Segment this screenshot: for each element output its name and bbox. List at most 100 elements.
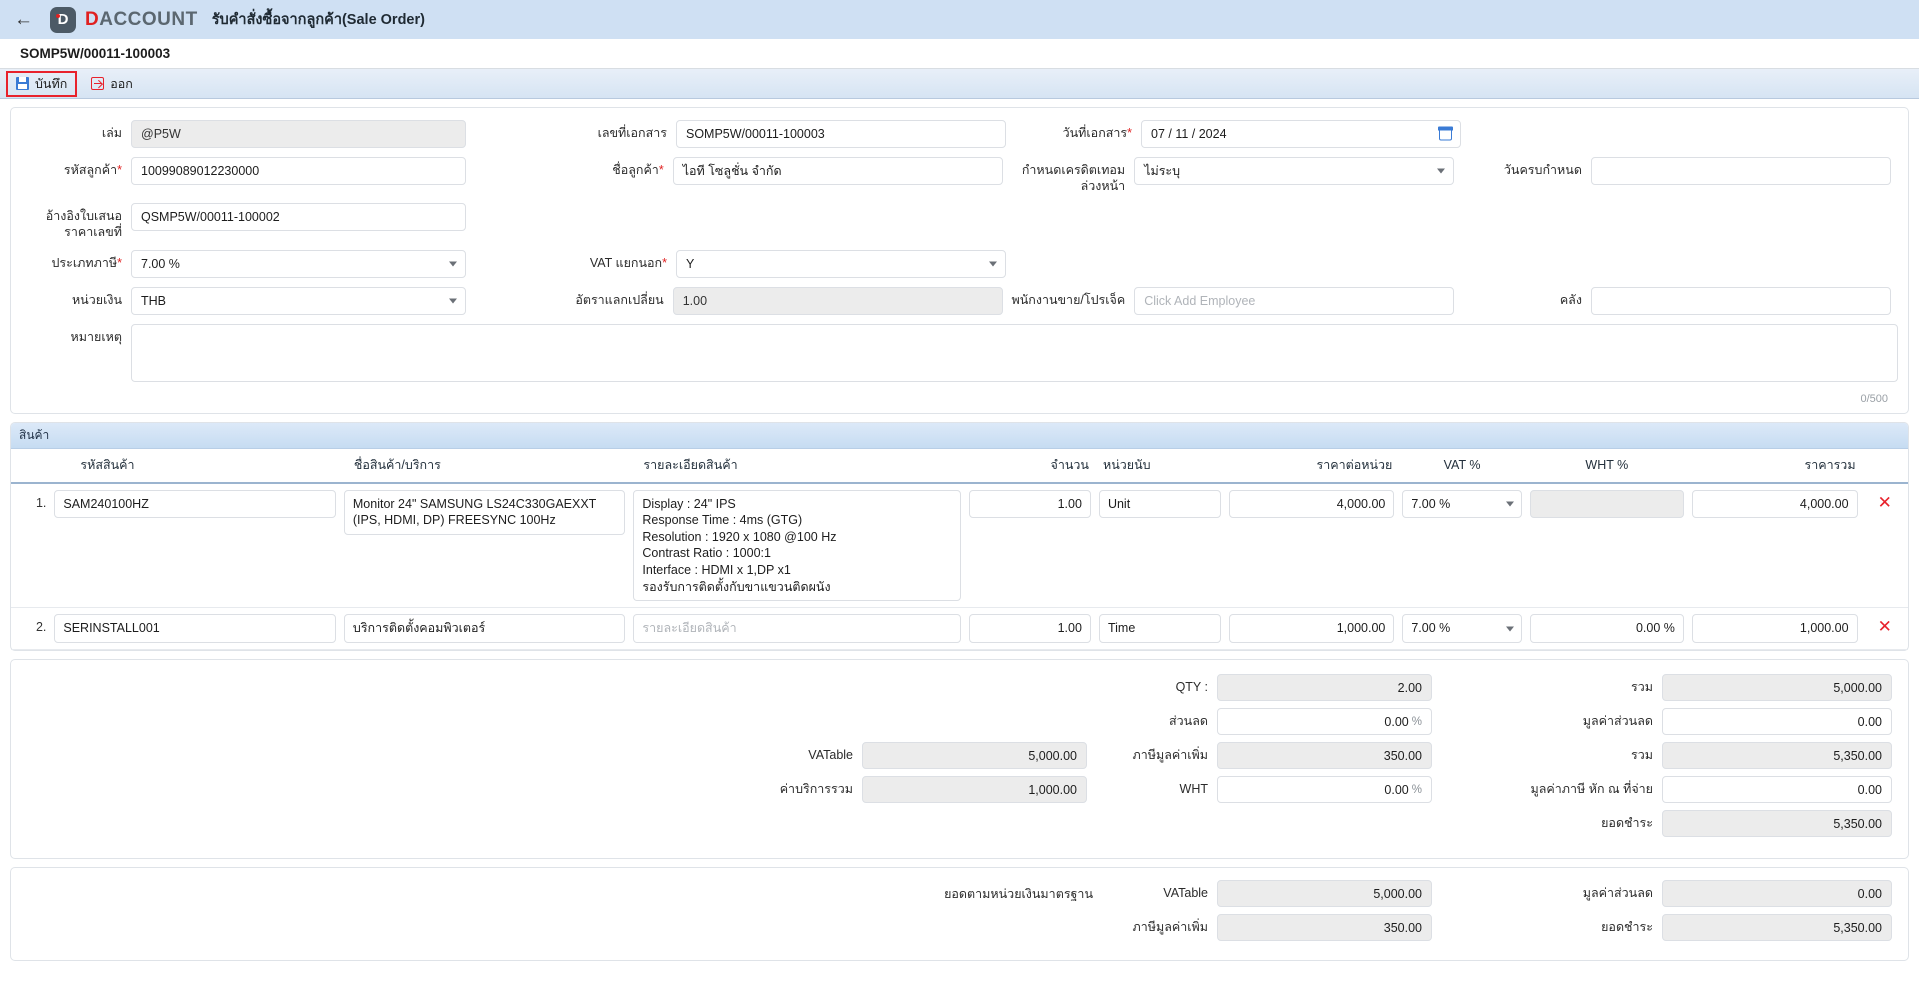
document-number-field[interactable]: SOMP5W/00011-100003 [676,120,1006,148]
docno-label: เลขที่เอกสาร [597,126,667,140]
item-detail-input[interactable]: รายละเอียดสินค้า [633,614,962,644]
col-vat: VAT % [1398,448,1526,484]
document-header-panel: เล่ม @P5W เลขที่เอกสาร SOMP5W/00011-1000… [10,107,1909,414]
brand-rest: ACCOUNT [99,8,198,30]
item-name-input[interactable]: บริการติดตั้งคอมพิวเตอร์ [343,614,626,644]
item-name-input[interactable]: Monitor 24" SAMSUNG LS24C330GAEXXT (IPS,… [343,489,626,536]
summary-panel: QTY : 2.00 รวม 5,000.00 ส่วนลด 0.00% มูล… [10,659,1909,860]
item-price-input[interactable]: 1,000.00 [1228,614,1395,644]
base-vatable-label: VATable [1163,886,1208,901]
row-total-cell: 4,000.00 [1687,482,1862,609]
row-name-cell: Monitor 24" SAMSUNG LS24C330GAEXXT (IPS,… [339,482,630,609]
vatable-value: 5,000.00 [862,742,1087,770]
item-qty-input[interactable]: 1.00 [969,489,1091,519]
item-total-input[interactable]: 4,000.00 [1691,489,1858,519]
discount-input[interactable]: 0.00% [1217,708,1432,736]
items-table-body: 1. SAM240100HZ Monitor 24" SAMSUNG LS24C… [11,482,1908,651]
row-price-cell: 4,000.00 [1224,482,1399,609]
customer-name-field[interactable]: ไอที โซลูชั่น จำกัด [672,157,1003,185]
items-table: รหัสสินค้า ชื่อสินค้า/บริการ รายละเอียดส… [11,448,1908,651]
row-detail-cell: รายละเอียดสินค้า [629,607,966,651]
base-discount-label: มูลค่าส่วนลด [1582,886,1653,901]
col-total: ราคารวม [1687,448,1862,484]
summary-sum2-group: รวม 5,350.00 [1432,742,1892,770]
chevron-down-icon[interactable] [1437,168,1446,174]
exit-button[interactable]: ออก [81,71,143,97]
base-vat-label: ภาษีมูลค่าเพิ่ม [1132,920,1208,935]
item-vat-select[interactable]: 7.00 % [1402,614,1522,644]
item-qty-input[interactable]: 1.00 [969,614,1091,644]
base-vatable-group: VATable 5,000.00 [1107,880,1432,908]
due-date-field[interactable] [1590,157,1891,185]
summary-service-group: ค่าบริการรวม 1,000.00 [702,776,1087,804]
credit-term-select[interactable]: ไม่ระบุ [1134,157,1455,185]
row-qty-cell: 1.00 [965,607,1095,651]
items-panel: สินค้า รหัสสินค้า ชื่อสินค้า/บริการ รายล… [10,421,1909,652]
exchange-rate-field[interactable]: 1.00 [672,286,1003,315]
sum-value: 5,000.00 [1662,674,1892,702]
base-currency-grid: ยอดตามหน่วยเงินมาตรฐาน VATable 5,000.00 … [11,868,1908,960]
calendar-icon[interactable] [1438,126,1453,141]
discount-amount-value[interactable]: 0.00 [1662,708,1892,736]
exit-button-label: ออก [110,76,133,91]
document-date-field[interactable]: 07 / 11 / 2024 [1141,120,1461,148]
payable-label: ยอดชำระ [1601,816,1653,831]
credit-term-label: กำหนดเครดิตเทอมล่วงหน้า [1021,163,1126,193]
items-table-header-row: รหัสสินค้า ชื่อสินค้า/บริการ รายละเอียดส… [11,448,1908,484]
sum2-value: 5,350.00 [1662,742,1892,770]
book-field[interactable]: @P5W [131,120,466,148]
item-wht-input[interactable]: 0.00 % [1529,614,1684,644]
item-unit-input[interactable]: Unit [1098,489,1221,519]
wht-input[interactable]: 0.00% [1217,776,1432,804]
item-wht-input[interactable] [1529,489,1684,518]
vat-outside-select[interactable]: Y [676,249,1006,278]
customer-code-field[interactable]: 10099089012230000 [131,157,466,185]
save-button-label: บันทึก [35,76,68,91]
save-button[interactable]: บันทึก [6,70,78,97]
base-vat-value: 350.00 [1217,914,1432,942]
employee-field[interactable]: Click Add Employee [1134,286,1455,315]
wht-label: WHT [1179,782,1208,797]
vat-value: 350.00 [1217,742,1432,770]
payable-value: 5,350.00 [1662,810,1892,838]
note-char-counter: 0/500 [1860,392,1888,405]
item-total-input[interactable]: 1,000.00 [1691,614,1858,644]
summary-wht-amount-group: มูลค่าภาษี หัก ณ ที่จ่าย 0.00 [1432,776,1892,804]
note-textarea[interactable] [131,323,1898,382]
row-index: 1. [11,482,51,609]
summary-discount-amount-group: มูลค่าส่วนลด 0.00 [1432,708,1892,736]
item-detail-input[interactable]: Display : 24" IPS Response Time : 4ms (G… [633,489,962,602]
warehouse-field[interactable] [1590,286,1891,315]
book-label: เล่ม [101,126,122,140]
summary-payable-group: ยอดชำระ 5,350.00 [1432,810,1892,838]
wht-amount-value[interactable]: 0.00 [1662,776,1892,804]
chevron-down-icon[interactable] [1505,501,1514,507]
chevron-down-icon[interactable] [1505,626,1514,632]
base-discount-value: 0.00 [1662,880,1892,908]
quote-ref-field[interactable]: QSMP5W/00011-100002 [131,203,466,232]
summary-qty-group: QTY : 2.00 [917,674,1432,702]
col-code: รหัสสินค้า [50,448,340,484]
row-name-cell: บริการติดตั้งคอมพิวเตอร์ [339,607,630,651]
currency-select[interactable]: THB [131,286,466,315]
row-total-cell: 1,000.00 [1687,607,1862,651]
row-wht-cell [1525,482,1688,609]
chevron-down-icon[interactable] [449,298,457,303]
summary-grid: QTY : 2.00 รวม 5,000.00 ส่วนลด 0.00% มูล… [11,660,1908,858]
col-wht: WHT % [1525,448,1688,484]
employee-label: พนักงานขาย/โปรเจ็ค [1011,292,1126,307]
chevron-down-icon[interactable] [989,261,997,266]
daccount-logo-icon: D [50,6,76,33]
chevron-down-icon[interactable] [449,261,457,266]
item-price-input[interactable]: 4,000.00 [1228,489,1395,519]
delete-row-icon[interactable]: ✕ [1861,607,1908,651]
delete-row-icon[interactable]: ✕ [1861,482,1908,609]
summary-discount-group: ส่วนลด 0.00% [917,708,1432,736]
tax-type-select[interactable]: 7.00 % [131,249,466,278]
back-icon[interactable]: ← [14,10,36,29]
item-code-input[interactable]: SAM240100HZ [54,489,336,519]
item-unit-input[interactable]: Time [1098,614,1221,644]
item-vat-select[interactable]: 7.00 % [1402,489,1522,519]
item-code-input[interactable]: SERINSTALL001 [54,614,336,644]
customer-code-label: รหัสลูกค้า* [63,163,122,177]
